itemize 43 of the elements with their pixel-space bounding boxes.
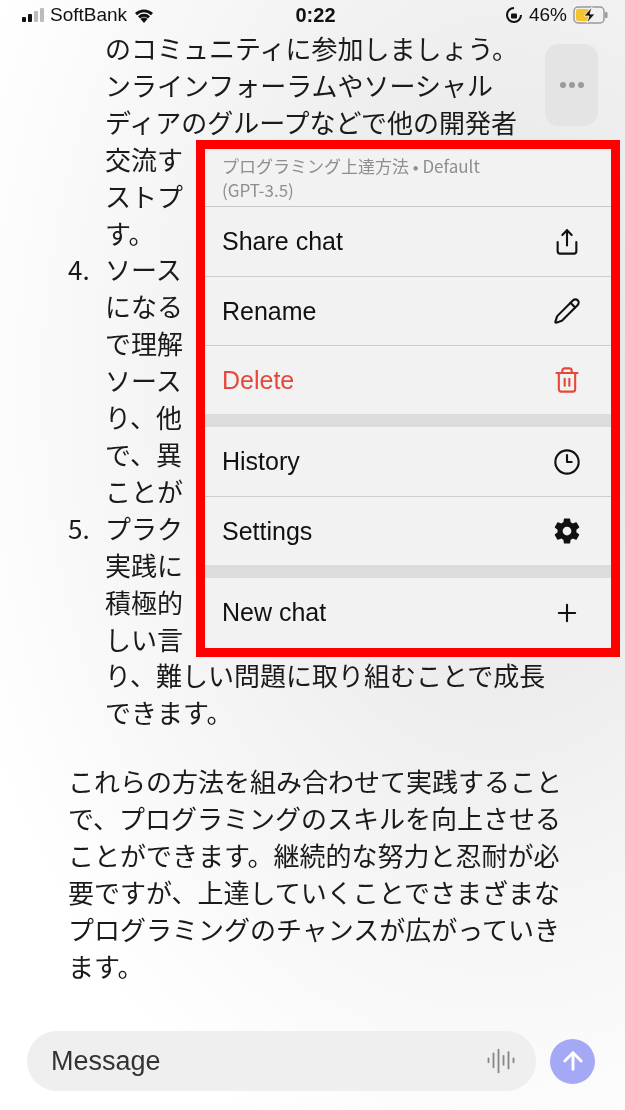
status-time: 0:22: [295, 3, 336, 27]
message-line: ソース: [105, 362, 182, 400]
message-line: 積極的: [105, 583, 183, 621]
voice-icon: [486, 1046, 516, 1076]
message-line: り、難しい問題に取り組むことで成長: [105, 657, 546, 695]
battery-icon: [573, 6, 609, 24]
settings-icon: [553, 517, 581, 545]
message-line: しい言: [105, 620, 183, 658]
message-line: ことが: [105, 472, 183, 510]
message-line: り、他: [105, 399, 182, 436]
message-paragraph: これらの方法を組み合わせて実践することで、プログラミングのスキルを向上させることができます。継続的な努力と忍耐が必要ですが、上達していくことでさまざまなプログラミングのチャンスが広がっていきます。: [68, 763, 563, 985]
menu-item[interactable]: New chat: [205, 578, 611, 647]
message-line: ストプ: [105, 177, 183, 215]
more-button[interactable]: [545, 44, 598, 126]
menu-item[interactable]: Share chat: [205, 207, 611, 276]
message-line: 交流す: [105, 140, 183, 178]
menu-item[interactable]: History: [205, 427, 611, 496]
menu-item[interactable]: Rename: [205, 276, 611, 345]
message-line: す。: [105, 214, 155, 252]
list-number: 5.: [68, 509, 91, 548]
clock-icon: [553, 447, 581, 476]
send-button[interactable]: [550, 1038, 595, 1084]
message-line: で理解: [105, 325, 183, 363]
message-line: 実践に: [105, 546, 183, 584]
message-line: で、異: [105, 435, 182, 473]
message-line: プラク: [105, 509, 183, 547]
list-number: 4.: [68, 251, 91, 290]
carrier-name: SoftBank: [50, 4, 128, 26]
wifi-icon: [133, 7, 156, 23]
rotation-lock-icon: [504, 6, 523, 24]
message-line: ディアのグループなどで他の開発者: [105, 103, 518, 141]
ellipsis-icon: [559, 82, 584, 88]
battery-percent: 46%: [528, 4, 567, 26]
message-line: ンラインフォーラムやソーシャル: [105, 66, 493, 104]
trash-icon: [553, 366, 581, 394]
message-field[interactable]: Message: [27, 1031, 536, 1091]
message-line: のコミュニティに参加しましょう。: [105, 30, 518, 67]
menu-header: プログラミング上達方法 • Default (GPT-3.5): [205, 149, 611, 207]
signal-icon: [22, 8, 44, 22]
message-line: ソース: [105, 251, 182, 289]
message-line: できます。: [105, 694, 233, 732]
pencil-icon: [553, 297, 581, 325]
message-line: になる: [105, 288, 183, 326]
